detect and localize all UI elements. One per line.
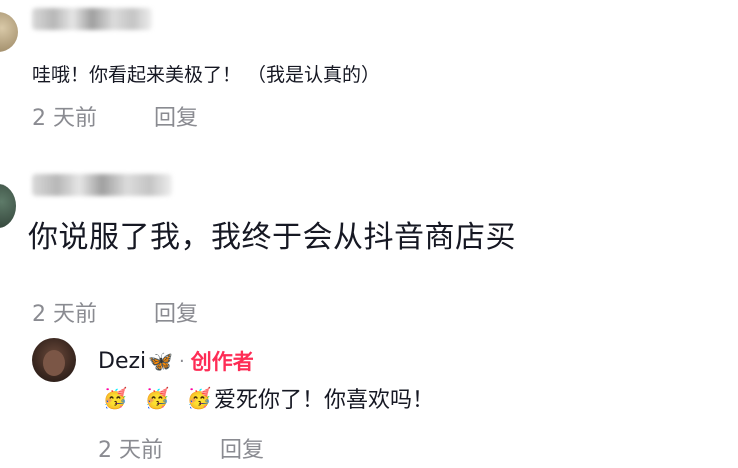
- butterfly-icon: 🦋: [148, 349, 174, 373]
- comment-time: 2 天前: [32, 106, 97, 131]
- reply-button[interactable]: 回复: [154, 106, 198, 131]
- comment-text: 你说服了我，我终于会从抖音商店买: [28, 220, 516, 255]
- reply-author-line: Dezi 🦋 · 创作者: [98, 346, 254, 376]
- separator-dot: ·: [179, 350, 185, 372]
- party-face-icon: 🥳: [102, 386, 128, 410]
- comment-meta: 2 天前 回复: [32, 100, 244, 132]
- creator-badge: 创作者: [190, 350, 254, 374]
- reply-meta: 2 天前 回复: [98, 432, 310, 464]
- commenter-avatar[interactable]: [0, 184, 16, 228]
- reply-button[interactable]: 回复: [220, 438, 264, 463]
- reply-time: 2 天前: [98, 438, 163, 463]
- comment-text: 哇哦！你看起来美极了！ （我是认真的）: [32, 64, 381, 86]
- commenter-name-blurred[interactable]: [32, 174, 172, 196]
- party-face-icon: 🥳: [144, 386, 170, 410]
- avatar-face: [43, 350, 65, 376]
- commenter-avatar[interactable]: [0, 12, 18, 52]
- author-name[interactable]: Dezi: [98, 349, 146, 374]
- comment-meta: 2 天前 回复: [32, 296, 244, 328]
- creator-avatar[interactable]: [32, 338, 76, 382]
- commenter-name-blurred[interactable]: [32, 8, 152, 30]
- comment-time: 2 天前: [32, 302, 97, 327]
- reply-button[interactable]: 回复: [154, 302, 198, 327]
- party-face-icon: 🥳: [186, 386, 212, 410]
- reply-text: 爱死你了！你喜欢吗！: [214, 388, 435, 413]
- reply-text-line: 🥳 🥳 🥳 爱死你了！你喜欢吗！: [100, 382, 434, 414]
